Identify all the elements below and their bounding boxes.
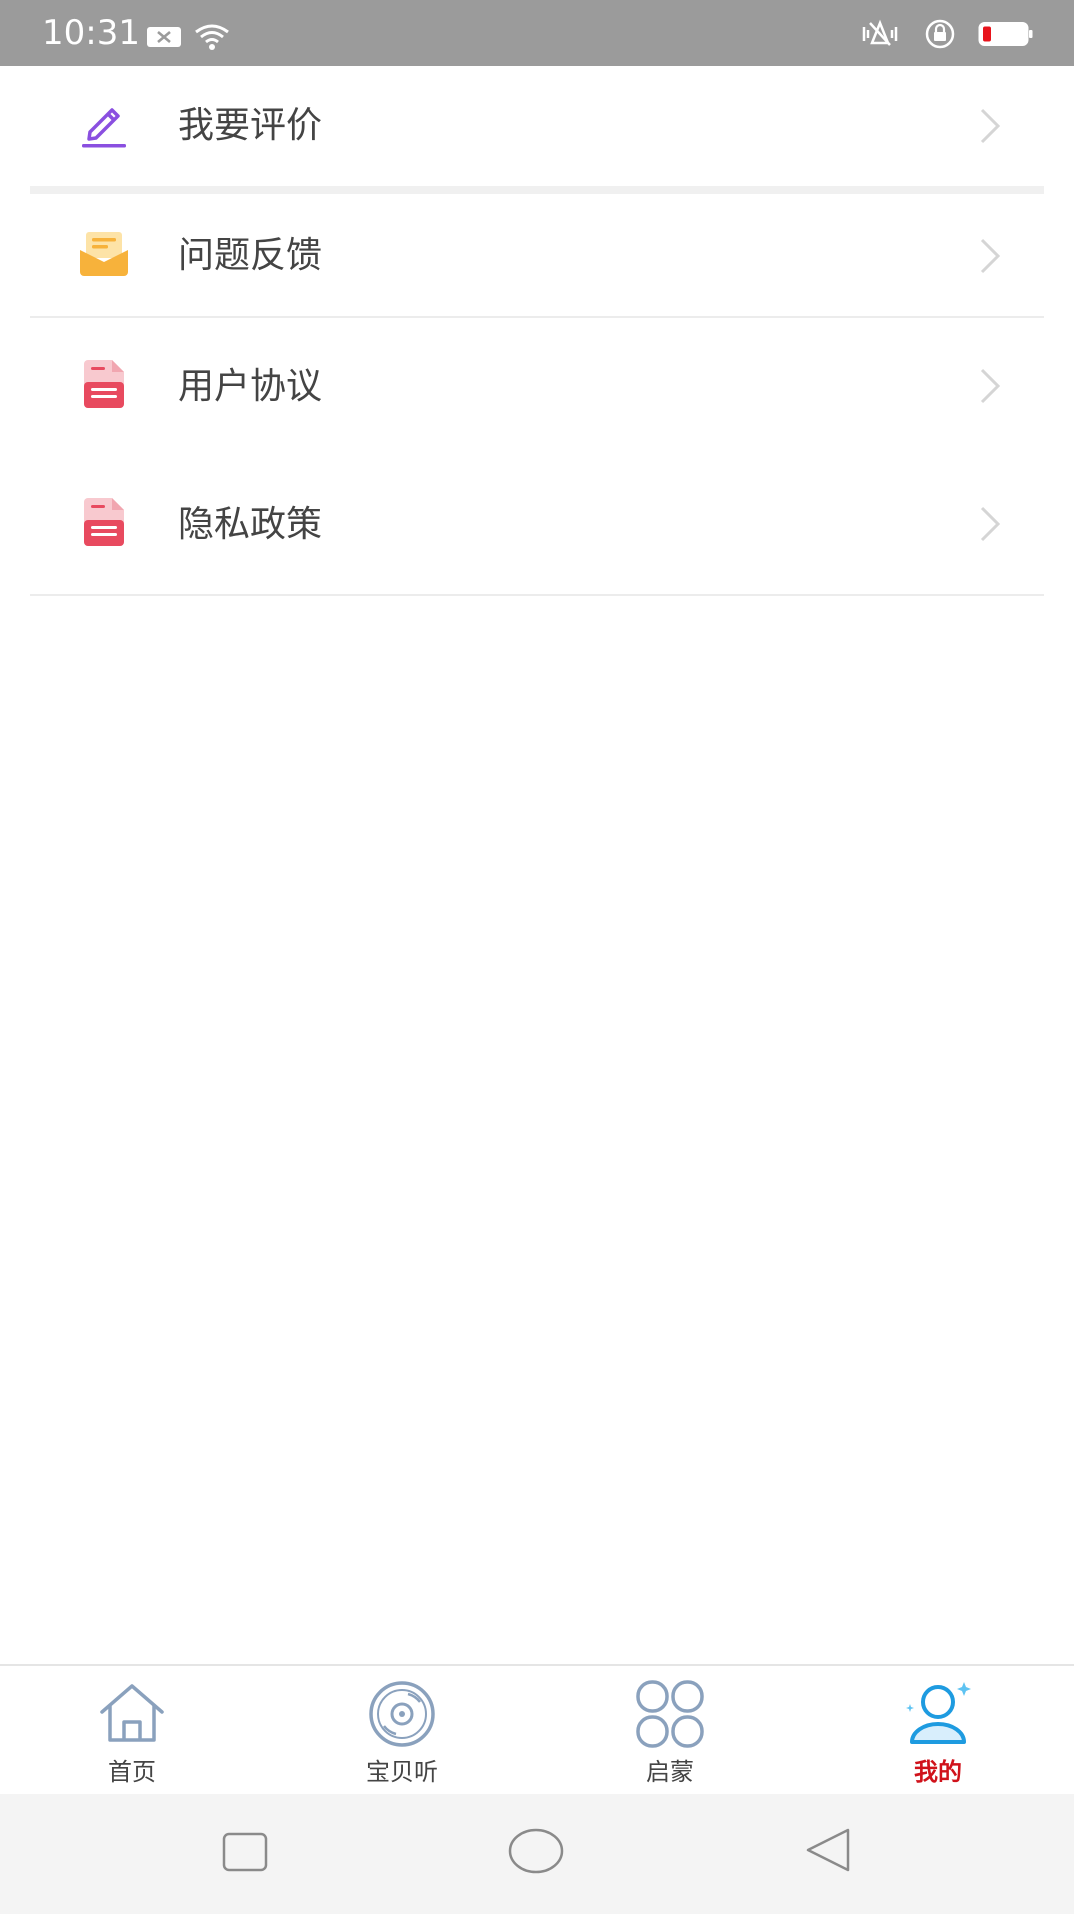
system-nav-bar	[0, 1794, 1074, 1914]
section-divider	[30, 186, 1044, 194]
vibrate-icon	[858, 19, 902, 53]
tab-label: 宝贝听	[366, 1758, 438, 1786]
menu-item-label: 隐私政策	[178, 504, 323, 545]
menu-item-label: 问题反馈	[178, 235, 323, 276]
menu-item-label: 我要评价	[178, 105, 323, 146]
document-icon	[78, 358, 130, 410]
menu-item-rate[interactable]: 我要评价	[0, 66, 1074, 186]
user-icon	[902, 1678, 974, 1750]
chevron-right-icon	[976, 366, 1004, 406]
battery-icon	[978, 20, 1034, 52]
wifi-icon	[192, 22, 232, 56]
tab-enlightenment[interactable]: 启蒙	[570, 1666, 770, 1796]
back-button[interactable]	[804, 1826, 852, 1878]
home-button[interactable]	[508, 1828, 564, 1878]
pencil-icon	[78, 98, 130, 150]
bottom-tab-bar: 首页 宝贝听 启蒙 我的	[0, 1664, 1074, 1794]
status-time: 10:31	[42, 13, 140, 53]
tab-label: 我的	[914, 1758, 962, 1786]
mail-icon	[78, 228, 130, 280]
status-bar: 10:31	[0, 0, 1074, 66]
rotation-lock-icon	[924, 18, 956, 54]
tab-label: 首页	[108, 1758, 156, 1786]
tab-baby-listen[interactable]: 宝贝听	[302, 1666, 502, 1796]
recent-apps-button[interactable]	[222, 1832, 268, 1876]
document-icon	[78, 496, 130, 548]
row-divider	[30, 594, 1044, 596]
tab-mine[interactable]: 我的	[838, 1666, 1038, 1796]
disc-icon	[366, 1678, 438, 1750]
settings-menu: 我要评价 问题反馈 用户协议 隐私政策	[0, 66, 1074, 596]
menu-item-user-agreement[interactable]: 用户协议	[0, 318, 1074, 456]
tab-label: 启蒙	[646, 1758, 694, 1786]
tab-home[interactable]: 首页	[32, 1666, 232, 1796]
menu-item-label: 用户协议	[178, 366, 323, 407]
chevron-right-icon	[976, 504, 1004, 544]
menu-item-privacy-policy[interactable]: 隐私政策	[0, 456, 1074, 594]
chevron-right-icon	[976, 236, 1004, 276]
notification-icon	[146, 25, 182, 53]
home-icon	[96, 1678, 168, 1750]
grid-icon	[634, 1678, 706, 1750]
menu-item-feedback[interactable]: 问题反馈	[0, 196, 1074, 316]
chevron-right-icon	[976, 106, 1004, 146]
